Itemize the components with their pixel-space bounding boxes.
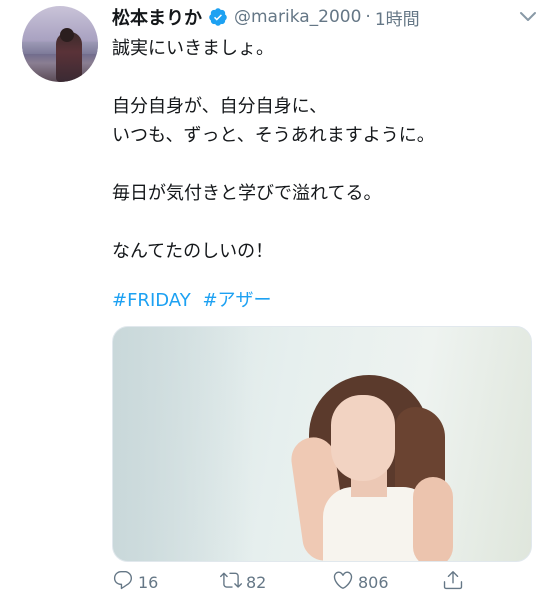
tweet-text-line: 毎日が気付きと学びで溢れてる。 bbox=[112, 183, 382, 204]
reply-icon bbox=[112, 569, 134, 595]
tweet-header: 松本まりか @marika_2000 · 1時間 bbox=[112, 4, 420, 30]
photo-arm-right bbox=[413, 477, 453, 561]
verified-badge-icon bbox=[208, 7, 228, 27]
photo-face bbox=[331, 395, 395, 481]
avatar-head bbox=[60, 28, 74, 42]
tweet-text-line: 誠実にいきましょ。 bbox=[112, 38, 274, 59]
retweet-button[interactable]: 82 bbox=[220, 568, 266, 596]
author-name[interactable]: 松本まりか bbox=[112, 4, 202, 30]
share-button[interactable] bbox=[442, 568, 464, 596]
heart-icon bbox=[332, 569, 354, 595]
photo-wall-shade bbox=[113, 327, 253, 561]
tweet-text: 誠実にいきましょ。 自分自身が、自分自身に、 いつも、ずっと、そうあれますように… bbox=[112, 34, 532, 266]
tweet-text-line: なんてたのしいの！ bbox=[112, 241, 274, 262]
like-count: 806 bbox=[358, 572, 389, 592]
reply-count: 16 bbox=[138, 572, 159, 592]
retweet-count: 82 bbox=[246, 572, 267, 592]
hashtags: #FRIDAY #アザー bbox=[112, 288, 278, 314]
author-handle[interactable]: @marika_2000 bbox=[234, 7, 361, 27]
share-icon bbox=[442, 569, 464, 595]
tweet-text-line: 自分自身が、自分自身に、 bbox=[112, 96, 328, 117]
avatar[interactable] bbox=[22, 6, 98, 82]
retweet-icon bbox=[220, 569, 242, 595]
reply-button[interactable]: 16 bbox=[112, 568, 158, 596]
tweet-actions: 16 82 806 bbox=[112, 568, 532, 596]
separator-dot: · bbox=[365, 7, 371, 27]
tweet-photo[interactable] bbox=[112, 326, 532, 562]
tweet-timestamp[interactable]: 1時間 bbox=[375, 5, 420, 30]
like-button[interactable]: 806 bbox=[332, 568, 389, 596]
tweet: 松本まりか @marika_2000 · 1時間 誠実にいきましょ。 自分自身が… bbox=[0, 0, 554, 600]
hashtag-link[interactable]: #アザー bbox=[202, 290, 271, 311]
hashtag-link[interactable]: #FRIDAY bbox=[112, 290, 191, 311]
chevron-down-icon[interactable] bbox=[516, 8, 540, 26]
tweet-text-line: いつも、ずっと、そうあれますように。 bbox=[112, 125, 435, 146]
